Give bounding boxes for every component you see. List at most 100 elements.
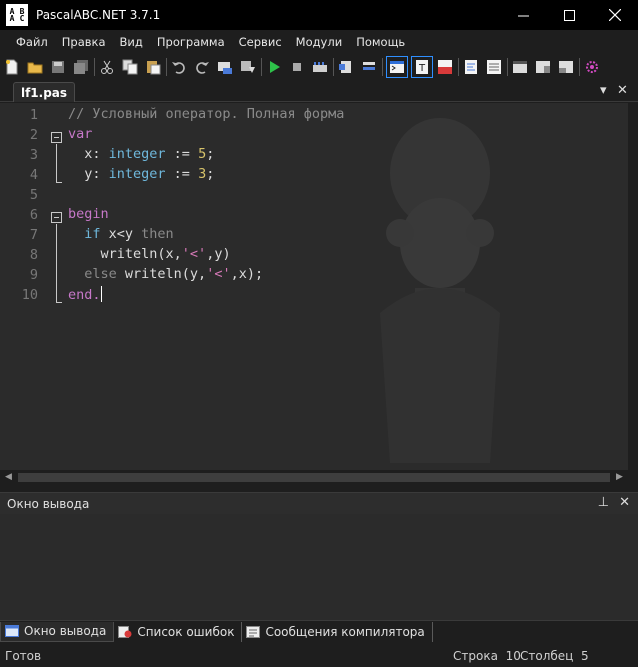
fold-guide <box>56 144 57 182</box>
code-editor[interactable]: 1 2 3 4 5 6 7 8 9 10 // Условный операто… <box>0 103 628 470</box>
code-token: if <box>84 226 101 242</box>
console-button[interactable] <box>386 56 408 78</box>
minimize-button[interactable] <box>500 0 546 30</box>
code-line: // Условный оператор. Полная форма <box>68 106 344 122</box>
open-button[interactable] <box>26 58 44 76</box>
menu-view[interactable]: Вид <box>113 35 150 49</box>
status-text: Готов <box>5 648 42 663</box>
format-icon <box>465 60 477 74</box>
tab-compiler-messages[interactable]: Сообщения компилятора <box>242 621 433 642</box>
watch-button[interactable] <box>534 58 552 76</box>
abc-icon <box>438 60 452 74</box>
settings-icon <box>586 61 598 73</box>
pin-icon[interactable]: ⊥ <box>598 495 609 510</box>
code-token: 3 <box>198 166 207 182</box>
replace-button[interactable] <box>239 58 257 76</box>
stop-button[interactable] <box>288 58 306 76</box>
copy-button[interactable] <box>121 58 139 76</box>
toolbar-separator <box>261 58 262 76</box>
scroll-left-icon[interactable]: ◀ <box>5 472 12 482</box>
menu-file[interactable]: Файл <box>9 35 55 49</box>
close-icon[interactable]: ✕ <box>619 495 630 510</box>
tab-output-window[interactable]: Окно вывода <box>0 621 115 642</box>
svg-text:T: T <box>418 63 426 74</box>
code-token: var <box>68 126 93 142</box>
code-templates-button[interactable] <box>485 58 503 76</box>
cursor-row: Строка 10 <box>453 649 521 663</box>
code-token: integer <box>108 166 166 182</box>
code-token: ,y) <box>206 246 231 262</box>
tab-label: Сообщения компилятора <box>265 624 425 639</box>
row-label: Строка <box>453 648 498 663</box>
tab-label: Окно вывода <box>24 624 107 638</box>
code-token: writeln(y, <box>116 266 207 282</box>
find-button[interactable] <box>216 58 234 76</box>
save-button[interactable] <box>49 58 67 76</box>
abc-button[interactable] <box>436 58 454 76</box>
new-file-button[interactable] <box>3 58 21 76</box>
fold-toggle-icon[interactable] <box>51 132 62 143</box>
code-line: else writeln(y,'<',x); <box>68 266 263 282</box>
fold-toggle-icon[interactable] <box>51 212 62 223</box>
code-token: then <box>141 226 174 242</box>
tab-label: lf1.pas <box>20 85 68 100</box>
document-tab-strip: lf1.pas ▾ ✕ <box>0 80 638 102</box>
tab-lf1[interactable]: lf1.pas <box>13 82 75 102</box>
format-button[interactable] <box>462 58 480 76</box>
menu-help[interactable]: Помощь <box>349 35 412 49</box>
menu-service[interactable]: Сервис <box>232 35 289 49</box>
output-panel-header: Окно вывода ⊥ ✕ <box>0 492 638 514</box>
menu-modules[interactable]: Модули <box>289 35 350 49</box>
compile-button[interactable] <box>311 58 329 76</box>
tab-label: Список ошибок <box>137 624 235 639</box>
code-token: := <box>165 166 199 182</box>
minimize-icon <box>517 15 529 16</box>
redo-button[interactable] <box>193 58 211 76</box>
toolbar-separator <box>94 58 95 76</box>
text-button[interactable]: T <box>411 56 433 78</box>
editor-horizontal-scrollbar[interactable]: ◀ ▶ <box>0 470 628 486</box>
toolbar-separator <box>166 58 167 76</box>
toolbar-separator <box>333 58 334 76</box>
cut-button[interactable] <box>98 58 116 76</box>
close-button[interactable] <box>592 0 638 30</box>
column-value: 5 <box>580 648 589 663</box>
line-number: 4 <box>29 167 38 183</box>
debug-window-button[interactable] <box>511 58 529 76</box>
save-all-icon <box>74 60 88 74</box>
settings-button[interactable] <box>583 58 601 76</box>
menu-program[interactable]: Программа <box>150 35 232 49</box>
code-token: writeln(x, <box>68 246 182 262</box>
run-button[interactable] <box>265 58 283 76</box>
scroll-right-icon[interactable]: ▶ <box>616 472 623 482</box>
step-into-button[interactable] <box>337 58 355 76</box>
error-list-icon <box>118 625 132 638</box>
bottom-tab-strip: Окно вывода Список ошибок Сообщения комп… <box>0 620 638 642</box>
app-logo-icon: ABAC <box>6 4 28 26</box>
tab-error-list[interactable]: Список ошибок <box>114 621 243 642</box>
text-caret <box>100 286 102 302</box>
chevron-down-icon[interactable]: ▾ <box>600 83 607 98</box>
paste-button[interactable] <box>144 58 162 76</box>
line-number-gutter: 1 2 3 4 5 6 7 8 9 10 <box>0 103 44 470</box>
editor-vertical-scrollbar[interactable] <box>628 103 638 470</box>
close-icon <box>609 9 621 21</box>
output-window[interactable] <box>0 514 638 620</box>
new-file-icon <box>6 59 18 75</box>
undo-button[interactable] <box>170 58 188 76</box>
toolbar-separator <box>507 58 508 76</box>
maximize-button[interactable] <box>546 0 592 30</box>
save-all-button[interactable] <box>72 58 90 76</box>
step-over-button[interactable] <box>360 58 378 76</box>
scroll-thumb[interactable] <box>18 473 610 482</box>
compile-icon <box>313 62 327 72</box>
code-token: := <box>165 146 199 162</box>
code-token: ,x); <box>230 266 264 282</box>
window-title: PascalABC.NET 3.7.1 <box>36 8 161 22</box>
close-icon[interactable]: ✕ <box>617 83 628 98</box>
locals-button[interactable] <box>557 58 575 76</box>
console-icon <box>390 61 404 73</box>
code-token: y: <box>68 166 109 182</box>
menu-edit[interactable]: Правка <box>55 35 113 49</box>
app-logo-letter: A <box>9 14 15 23</box>
